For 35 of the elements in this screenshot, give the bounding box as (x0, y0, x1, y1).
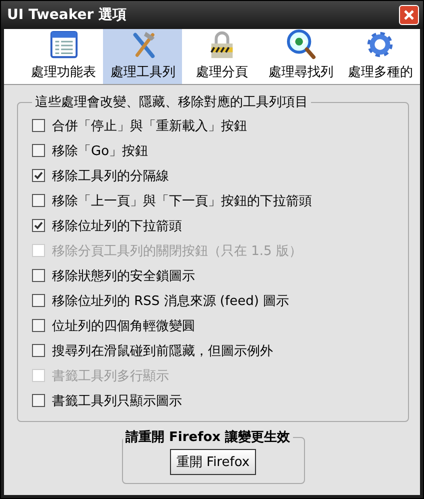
checkbox[interactable] (32, 294, 45, 307)
option-label: 書籤工具列只顯示圖示 (52, 392, 182, 410)
option-label: 位址列的四個角輕微變圓 (52, 318, 195, 334)
checkbox[interactable] (32, 144, 45, 157)
option-label: 合併「停止」與「重新載入」按鈕 (52, 118, 247, 134)
toolbar-tab[interactable]: 處理分頁 (182, 29, 262, 84)
option-label: 移除狀態列的安全鎖圖示 (52, 268, 195, 284)
toolbar-tab[interactable]: 處理尋找列 (262, 29, 341, 84)
checkbox[interactable] (32, 319, 45, 332)
checkbox[interactable] (32, 344, 45, 357)
checkbox[interactable] (32, 394, 45, 407)
checkbox[interactable] (32, 194, 45, 207)
window-title: UI Tweaker 選項 (7, 6, 127, 24)
toolbar-tab[interactable]: 處理工具列 (103, 29, 182, 84)
toolbar-tab[interactable]: 處理功能表 (24, 29, 104, 84)
group-title: 這些處理會改變、隱藏、移除對應的工具列項目 (34, 94, 309, 111)
check-icon (34, 171, 43, 180)
option-label: 移除「Go」按鈕 (52, 142, 148, 160)
checkbox[interactable] (32, 269, 45, 282)
toolbar-tab[interactable]: 處理多種的 (340, 29, 420, 84)
option-label: 移除位址列的 RSS 消息來源 (feed) 圖示 (52, 292, 290, 310)
check-icon (34, 221, 43, 230)
option-label: 書籤工具列多行顯示 (52, 368, 169, 384)
close-button[interactable] (399, 5, 419, 25)
restart-button[interactable]: 重開 Firefox (170, 449, 256, 475)
option-label: 移除工具列的分隔線 (52, 168, 169, 184)
restart-notice: 請重開 Firefox 讓變更生效 (124, 428, 292, 446)
close-icon (404, 10, 414, 20)
checkbox[interactable] (32, 119, 45, 132)
option-label: 移除分頁工具列的關閉按鈕（只在 1.5 版） (52, 242, 302, 260)
option-label: 搜尋列在滑鼠碰到前隱藏，但圖示例外 (52, 342, 273, 360)
checkbox[interactable] (32, 169, 45, 182)
option-label: 移除位址列的下拉箭頭 (52, 218, 182, 234)
checkbox[interactable] (32, 219, 45, 232)
option-label: 移除「上一頁」與「下一頁」按鈕的下拉箭頭 (52, 192, 312, 210)
